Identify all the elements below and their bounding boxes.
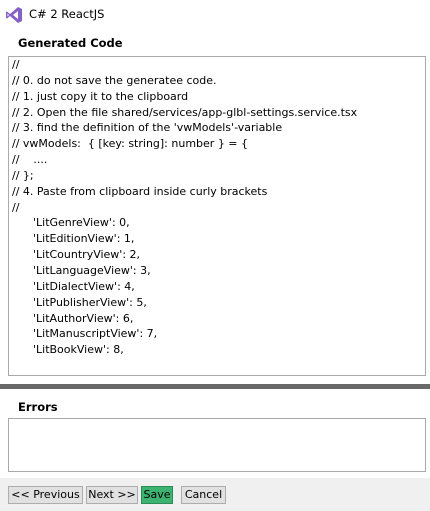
save-button[interactable]: Save [141, 486, 173, 504]
code-line: // [12, 200, 20, 214]
next-button[interactable]: Next >> [86, 486, 138, 504]
errors-textarea[interactable] [8, 418, 426, 472]
splitter-bar[interactable] [0, 384, 430, 389]
code-line: // 0. do not save the generatee code. [12, 73, 217, 87]
code-line: 'LitEditionView': 1, [12, 232, 135, 246]
visual-studio-icon [6, 7, 22, 23]
code-line: 'LitGenreView': 0, [12, 216, 130, 230]
code-line: // 2. Open the file shared/services/app-… [12, 105, 358, 119]
generated-code-label: Generated Code [18, 36, 123, 50]
code-line: 'LitBookView': 8, [12, 343, 124, 357]
code-line: // 1. just copy it to the clipboard [12, 89, 189, 103]
code-line: 'LitLanguageView': 3, [12, 263, 151, 277]
code-line: // 4. Paste from clipboard inside curly … [12, 184, 268, 198]
cancel-button[interactable]: Cancel [181, 486, 226, 504]
code-line: 'LitCountryView': 2, [12, 248, 141, 262]
code-line: // }; [12, 168, 34, 182]
code-line: // [12, 58, 20, 71]
window-title: C# 2 ReactJS [29, 7, 105, 21]
code-line: // 3. find the definition of the 'vwMode… [12, 121, 283, 135]
previous-button[interactable]: << Previous [8, 486, 83, 504]
code-line: 'LitManuscriptView': 7, [12, 327, 158, 341]
code-line: 'LitPublisherView': 5, [12, 295, 147, 309]
code-line: // vwModels: { [key: string]: number } =… [12, 137, 249, 151]
title-bar: C# 2 ReactJS [0, 0, 430, 28]
generated-code-textarea[interactable]: // // 0. do not save the generatee code. /… [8, 56, 426, 376]
code-line: 'LitDialectView': 4, [12, 279, 135, 293]
errors-label: Errors [18, 400, 58, 414]
code-line: // .... [12, 153, 48, 167]
code-line: 'LitAuthorView': 6, [12, 311, 134, 325]
